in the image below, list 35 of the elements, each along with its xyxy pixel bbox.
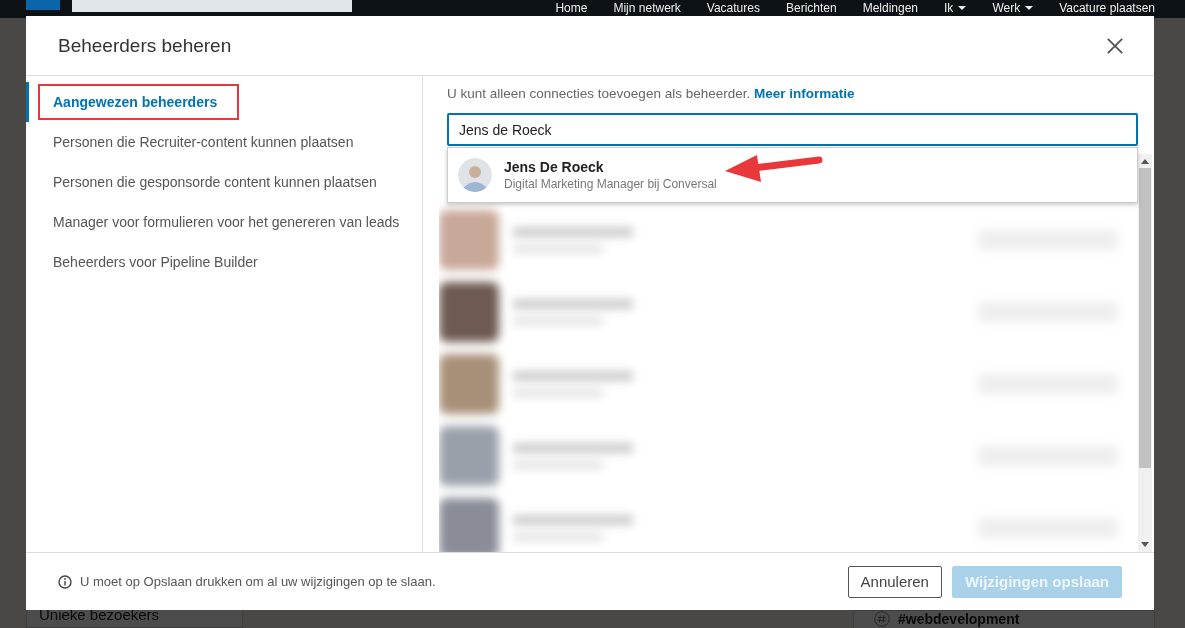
hashtag-text: #webdevelopment (898, 611, 1020, 627)
sidebar-item[interactable]: Personen die Recruiter-content kunnen plaatsen (26, 122, 422, 162)
search-field[interactable]: Jens de Roeck (447, 113, 1138, 146)
info-icon (58, 574, 72, 589)
search-field[interactable] (72, 0, 352, 12)
avatar-icon (458, 158, 492, 192)
info-link[interactable]: Meer informatie (753, 86, 855, 101)
info-text: U kunt alleen connecties toevoegen als beheerder. Meer informatie (447, 86, 856, 103)
nav-link[interactable]: Home (555, 0, 588, 16)
caret-icon (1025, 6, 1034, 10)
scroll-thumb[interactable] (1139, 168, 1151, 468)
close-icon[interactable] (1106, 36, 1124, 55)
sidebar-item[interactable]: Personen die gesponsorde content kunnen plaatsen (26, 162, 422, 202)
panel-text: Unieke bezoekers (38, 605, 161, 625)
suggestion-item[interactable]: Jens De Roeck Digital Marketing Manager bij Conversal (448, 148, 1137, 202)
nav-link[interactable]: Ik (944, 0, 967, 16)
scrollbar[interactable] (1138, 154, 1152, 552)
nav-link[interactable]: Mijn netwerk (613, 0, 681, 16)
scroll-down-icon[interactable] (1141, 542, 1149, 548)
scroll-up-icon[interactable] (1141, 158, 1149, 164)
sidebar-item[interactable]: Manager voor formulieren voor het genereren van leads (26, 202, 422, 242)
footer-note: U moet op Opslaan drukken om al uw wijzigingen op te slaan. (80, 574, 436, 589)
person-headline: Digital Marketing Manager bij Conversal (504, 177, 717, 191)
sidebar-item[interactable]: Aangewezen beheerders (26, 82, 422, 122)
cancel-button[interactable]: Annuleren (847, 565, 942, 598)
caret-icon (958, 6, 967, 10)
person-name: Jens De Roeck (504, 159, 605, 175)
sidebar-item[interactable]: Beheerders voor Pipeline Builder (26, 242, 422, 282)
nav-link[interactable]: Vacatures (706, 0, 760, 16)
nav-link[interactable]: Werk (992, 0, 1034, 16)
dialog-title: Beheerders beheren (58, 34, 232, 57)
nav-link[interactable]: Vacature plaatsen (1059, 0, 1155, 16)
logo-icon[interactable] (26, 0, 60, 10)
nav-link[interactable]: Berichten (785, 0, 837, 16)
nav-link[interactable]: Meldingen (862, 0, 919, 16)
